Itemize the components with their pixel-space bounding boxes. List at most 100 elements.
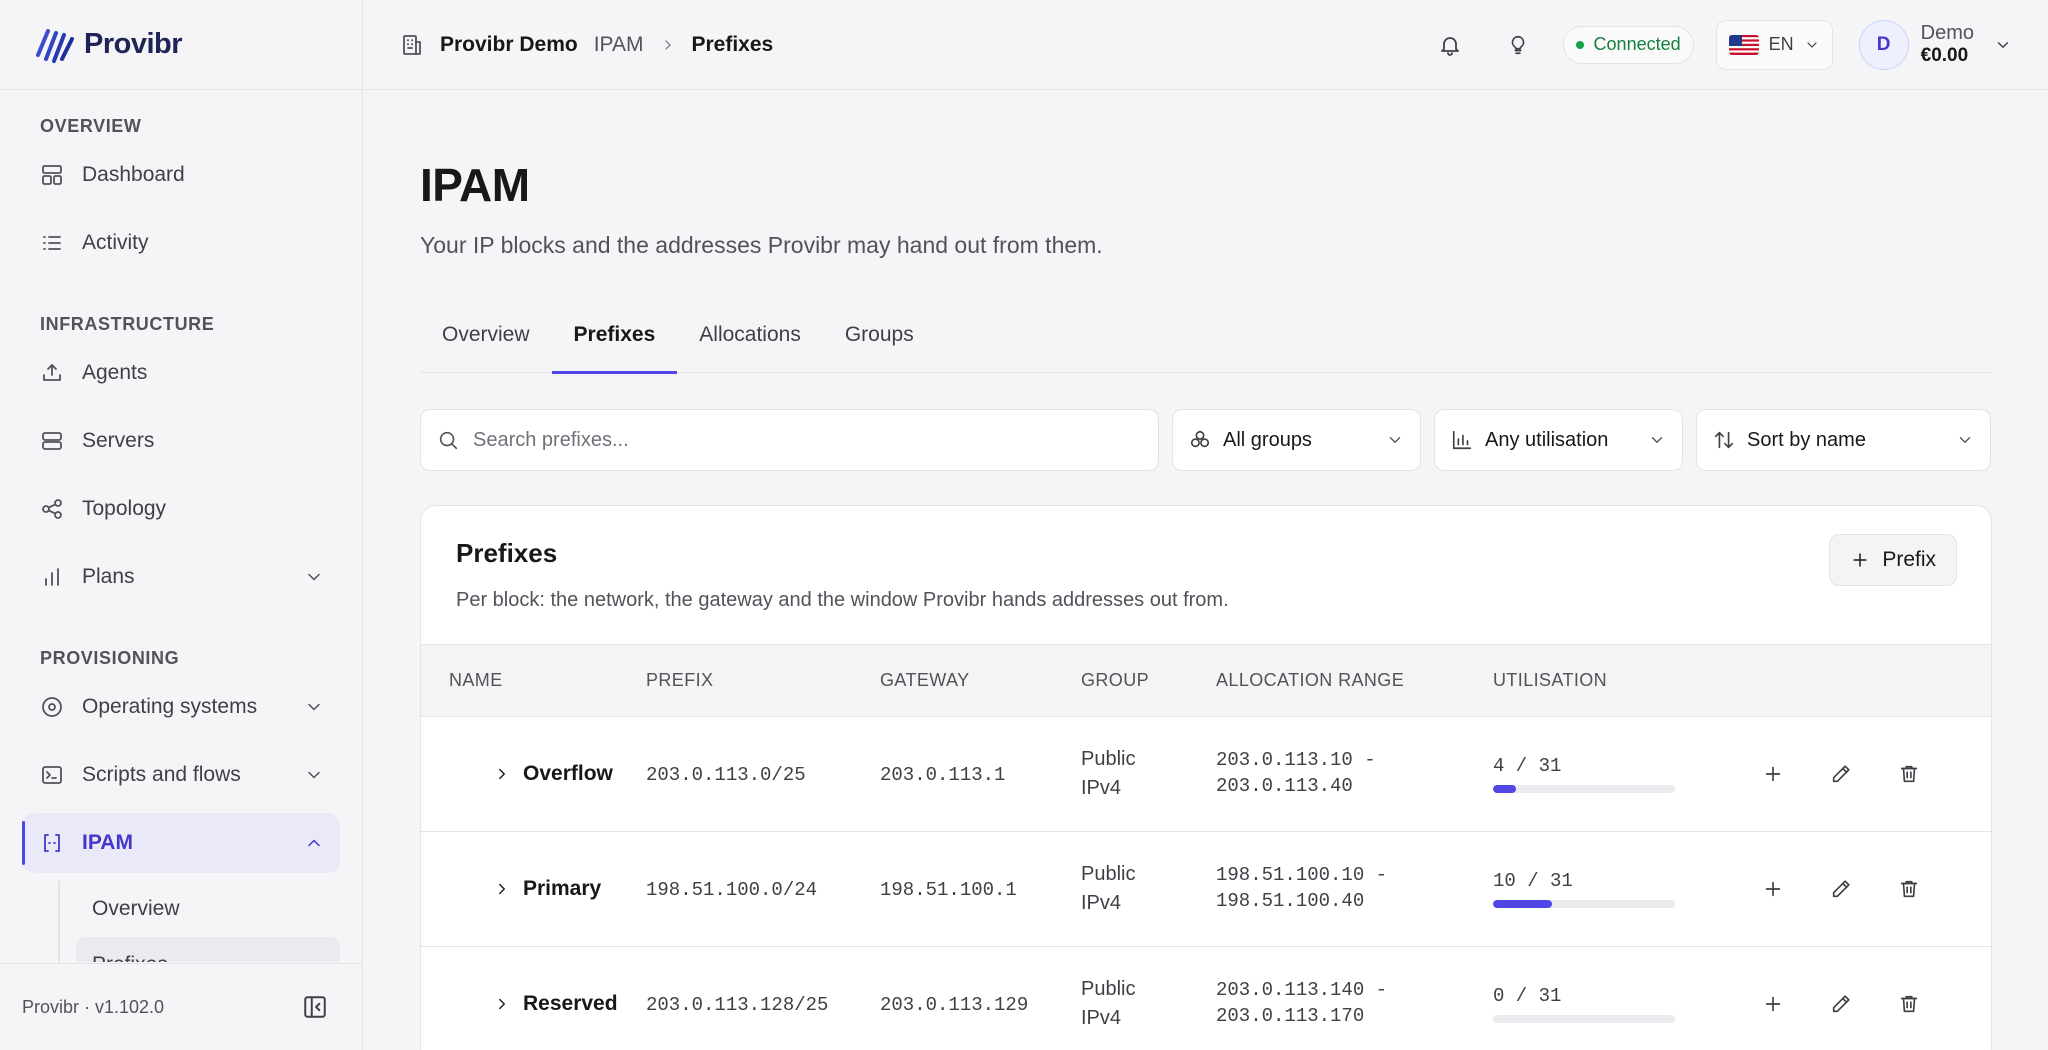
- delete-prefix-button[interactable]: [1891, 871, 1927, 907]
- chevron-down-icon[interactable]: [304, 567, 324, 587]
- prefix-name-cell[interactable]: Primary: [449, 877, 646, 901]
- group-filter-select[interactable]: All groups: [1172, 409, 1421, 471]
- share-nodes-icon: [42, 499, 62, 519]
- account-menu[interactable]: D Demo €0.00: [1858, 19, 2012, 70]
- sidebar-item-activity[interactable]: Activity: [22, 213, 340, 273]
- prefix-name: Reserved: [523, 992, 618, 1015]
- edit-prefix-button[interactable]: [1823, 756, 1859, 792]
- top-header: Provibr Demo IPAM Prefixes Connected EN …: [364, 0, 2048, 90]
- trash-icon: [1900, 995, 1918, 1013]
- table-row[interactable]: Primary 198.51.100.0/24 198.51.100.1 Pub…: [421, 832, 1991, 947]
- dashboard-icon: [42, 165, 62, 185]
- chevron-right-icon[interactable]: [493, 765, 511, 783]
- search-box: [420, 409, 1159, 471]
- card-title: Prefixes: [456, 538, 558, 568]
- utilisation-bar-fill: [1493, 900, 1552, 908]
- add-prefix-label: Prefix: [1882, 548, 1936, 571]
- sidebar-item-ipam[interactable]: IPAM: [22, 813, 340, 873]
- add-allocation-button[interactable]: [1755, 871, 1791, 907]
- delete-prefix-button[interactable]: [1891, 986, 1927, 1022]
- trash-icon: [1900, 765, 1918, 783]
- filter-bar: All groups Any utilisation Sort by name: [420, 409, 1992, 471]
- breadcrumb-current: Prefixes: [691, 32, 774, 56]
- sort-value: Sort by name: [1747, 428, 1866, 451]
- prefix-name-cell[interactable]: Overflow: [449, 762, 646, 786]
- group-line: Public: [1081, 748, 1136, 770]
- tab-overview[interactable]: Overview: [420, 319, 552, 373]
- add-prefix-button[interactable]: Prefix: [1829, 534, 1957, 586]
- plus-icon: [1765, 766, 1781, 782]
- chevron-up-icon[interactable]: [304, 833, 324, 853]
- table-row[interactable]: Reserved 203.0.113.128/25 203.0.113.129 …: [421, 947, 1991, 1050]
- col-header-name[interactable]: NAME: [421, 645, 646, 717]
- table-row[interactable]: Overflow 203.0.113.0/25 203.0.113.1 Publ…: [421, 717, 1991, 832]
- sidebar-item-topology[interactable]: Topology: [22, 479, 340, 539]
- utilisation-cell: 0 / 31: [1493, 985, 1723, 1023]
- add-allocation-button[interactable]: [1755, 756, 1791, 792]
- prefix-name-cell[interactable]: Reserved: [449, 992, 646, 1016]
- utilisation-text: 10 / 31: [1493, 870, 1573, 892]
- brand-name: Provibr: [84, 28, 183, 60]
- tab-allocations[interactable]: Allocations: [677, 319, 823, 373]
- breadcrumb-ipam[interactable]: IPAM: [594, 33, 644, 57]
- notifications-button[interactable]: [1427, 22, 1473, 68]
- chevron-down-icon[interactable]: [304, 765, 324, 785]
- sidebar-subitem-prefixes[interactable]: Prefixes: [76, 937, 340, 962]
- avatar: D: [1858, 19, 1909, 70]
- add-allocation-button[interactable]: [1755, 986, 1791, 1022]
- chevron-down-icon: [1807, 41, 1817, 48]
- sort-select[interactable]: Sort by name: [1696, 409, 1991, 471]
- utilisation-filter-select[interactable]: Any utilisation: [1434, 409, 1683, 471]
- lightbulb-icon: [1511, 35, 1524, 54]
- pencil-icon: [1832, 995, 1850, 1013]
- chevron-down-icon[interactable]: [304, 697, 324, 717]
- prefix-gateway: 203.0.113.129: [880, 993, 1029, 1016]
- delete-prefix-button[interactable]: [1891, 756, 1927, 792]
- disc-icon: [42, 697, 62, 717]
- group-circles-icon: [1190, 430, 1210, 448]
- prefixes-table: NAME PREFIX GATEWAY GROUP ALLOCATION RAN…: [421, 644, 1991, 1050]
- sidebar-item-scripts-and-flows[interactable]: Scripts and flows: [22, 745, 340, 805]
- row-actions: [1723, 756, 1991, 792]
- tab-groups[interactable]: Groups: [823, 319, 936, 373]
- range-end: 203.0.113.40: [1216, 775, 1353, 797]
- col-header-group[interactable]: GROUP: [1081, 645, 1216, 717]
- header-actions: Connected EN D Demo €0.00: [1427, 19, 2012, 70]
- prefix-gateway: 203.0.113.1: [880, 763, 1006, 786]
- prefix-group: Public IPv4: [1081, 745, 1216, 803]
- tips-button[interactable]: [1495, 22, 1541, 68]
- sidebar-item-servers[interactable]: Servers: [22, 411, 340, 471]
- search-input[interactable]: [473, 428, 1142, 452]
- brackets-icon: [44, 834, 60, 852]
- card-description: Per block: the network, the gateway and …: [456, 589, 1229, 611]
- col-header-gateway[interactable]: GATEWAY: [880, 645, 1081, 717]
- sidebar-nav: OVERVIEW Dashboard Activity INFRASTRUCTU…: [0, 91, 362, 962]
- sidebar-subitem-overview[interactable]: Overview: [76, 881, 340, 937]
- edit-prefix-button[interactable]: [1823, 986, 1859, 1022]
- tab-prefixes[interactable]: Prefixes: [551, 319, 678, 374]
- pencil-icon: [1832, 765, 1850, 783]
- language-select[interactable]: EN: [1715, 19, 1833, 70]
- col-header-prefix[interactable]: PREFIX: [646, 645, 880, 717]
- sidebar-item-agents[interactable]: Agents: [22, 343, 340, 403]
- prefix-cidr: 203.0.113.0/25: [646, 763, 806, 786]
- chevron-right-icon[interactable]: [493, 880, 511, 898]
- sidebar-item-operating-systems[interactable]: Operating systems: [22, 677, 340, 737]
- brand-logo[interactable]: Provibr: [0, 0, 362, 90]
- chevron-right-icon[interactable]: [493, 995, 511, 1013]
- collapse-sidebar-icon[interactable]: [302, 994, 328, 1020]
- section-label-infrastructure: INFRASTRUCTURE: [40, 314, 215, 334]
- sidebar-item-dashboard[interactable]: Dashboard: [22, 145, 340, 205]
- prefix-group: Public IPv4: [1081, 860, 1216, 918]
- sidebar-item-label: Activity: [82, 231, 149, 254]
- utilisation-bar: [1493, 900, 1675, 908]
- col-header-allocation-range[interactable]: ALLOCATION RANGE: [1216, 645, 1493, 717]
- account-balance: €0.00: [1920, 45, 1969, 67]
- sidebar-item-label: Topology: [82, 497, 167, 520]
- breadcrumb-org[interactable]: Provibr Demo: [440, 33, 578, 57]
- col-header-utilisation[interactable]: UTILISATION: [1493, 645, 1723, 717]
- account-info: Demo €0.00: [1921, 22, 1974, 67]
- bar-chart-icon: [45, 568, 59, 586]
- edit-prefix-button[interactable]: [1823, 871, 1859, 907]
- sidebar-item-plans[interactable]: Plans: [22, 547, 340, 607]
